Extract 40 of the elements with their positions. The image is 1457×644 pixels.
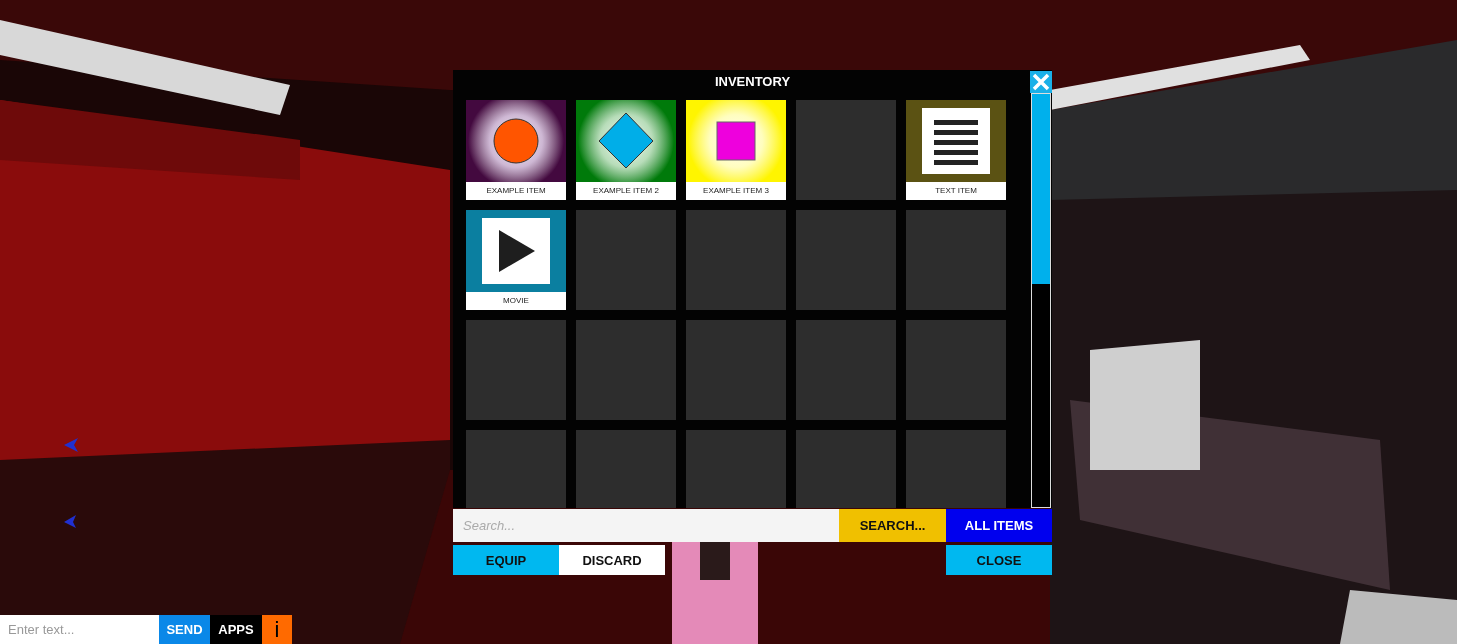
empty-slot[interactable] (906, 320, 1006, 420)
apps-button[interactable]: APPS (210, 615, 262, 644)
search-field[interactable]: Search... (453, 509, 839, 542)
empty-slot[interactable] (576, 430, 676, 508)
scrollbar[interactable] (1031, 93, 1051, 508)
send-button[interactable]: SEND (159, 615, 210, 644)
item-tile[interactable]: MOVIE (466, 210, 566, 310)
item-label: TEXT ITEM (934, 185, 978, 197)
info-button[interactable]: i (262, 615, 292, 644)
empty-slot[interactable] (466, 430, 566, 508)
empty-slot[interactable] (686, 210, 786, 310)
equip-button[interactable]: EQUIP (453, 545, 559, 575)
empty-slot[interactable] (466, 320, 566, 420)
empty-slot[interactable] (576, 210, 676, 310)
item-label: EXAMPLE ITEM (485, 185, 547, 197)
search-button[interactable]: SEARCH... (839, 509, 946, 542)
empty-slot[interactable] (796, 320, 896, 420)
empty-slot[interactable] (796, 210, 896, 310)
discard-button[interactable]: DISCARD (559, 545, 665, 575)
item-tile[interactable]: EXAMPLE ITEM (466, 100, 566, 200)
pointer-icon (64, 438, 78, 452)
empty-slot[interactable] (796, 100, 896, 200)
empty-slot[interactable] (686, 430, 786, 508)
empty-slot[interactable] (906, 430, 1006, 508)
item-label: MOVIE (502, 295, 530, 307)
item-label: EXAMPLE ITEM 3 (702, 185, 770, 197)
empty-slot[interactable] (576, 320, 676, 420)
all-items-button[interactable]: ALL ITEMS (946, 509, 1052, 542)
empty-slot[interactable] (906, 210, 1006, 310)
empty-slot[interactable] (686, 320, 786, 420)
empty-slot[interactable] (796, 430, 896, 508)
item-label: EXAMPLE ITEM 2 (592, 185, 660, 197)
item-tile[interactable]: EXAMPLE ITEM 3 (686, 100, 786, 200)
item-tile[interactable]: EXAMPLE ITEM 2 (576, 100, 676, 200)
pointer-icon (64, 515, 76, 528)
panel-title: INVENTORY (714, 74, 791, 89)
close-button[interactable]: CLOSE (946, 545, 1052, 575)
chat-input-field[interactable]: Enter text... (0, 615, 159, 644)
close-icon[interactable] (1030, 71, 1052, 93)
item-tile[interactable]: TEXT ITEM (906, 100, 1006, 200)
